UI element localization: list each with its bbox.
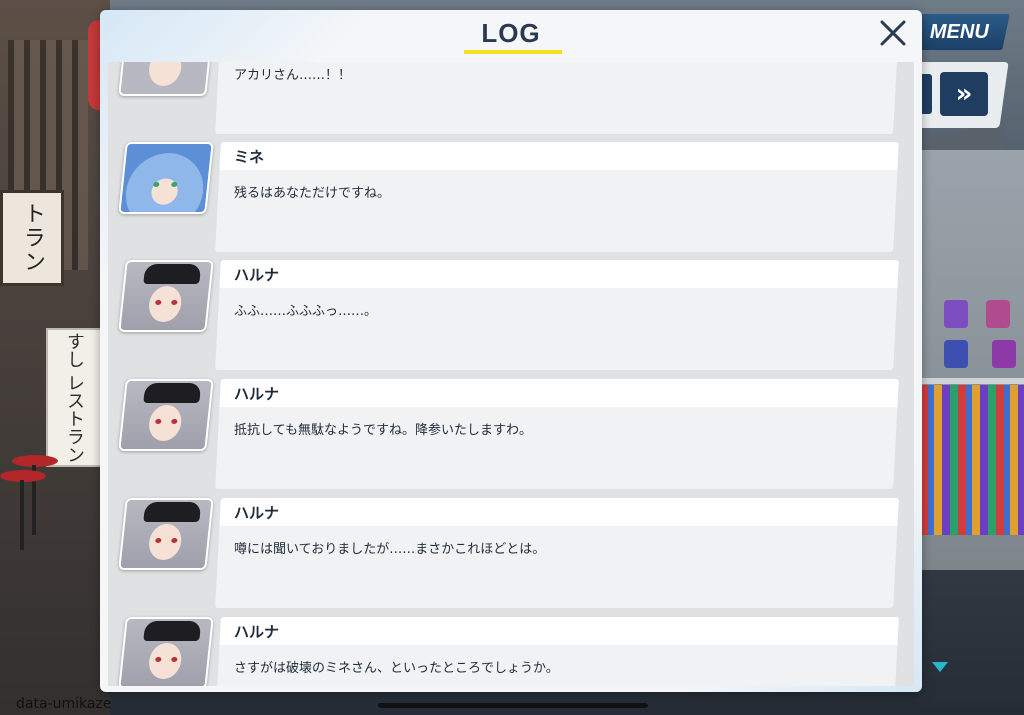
stool [12, 455, 58, 535]
title-underline [464, 50, 562, 54]
log-entry: ハルナ さすがは破壊のミネさん、といったところでしょうか。 [108, 617, 914, 686]
stool [0, 470, 46, 550]
log-entry: アカリさん……！！ [108, 62, 914, 136]
log-entry: ハルナ 噂には聞いておりましたが……まさかこれほどとは。 [108, 498, 914, 610]
log-entry: ハルナ 抵抗しても無駄なようですね。降参いたしますわ。 [108, 379, 914, 491]
watermark: data-umikaze [16, 696, 112, 712]
message-text: 噂には聞いておりましたが……まさかこれほどとは。 [234, 542, 546, 557]
character-portrait [118, 62, 214, 96]
log-entry: ハルナ ふふ……ふふふっ……。 [108, 260, 914, 372]
speaker-name: ミネ [234, 148, 265, 166]
log-list[interactable]: アカリさん……！！ ミネ 残るはあなただけですね。 ハルナ ふふ……ふふふっ……… [108, 62, 914, 686]
scroll-down-icon[interactable] [932, 662, 948, 672]
fast-forward-button[interactable]: » [940, 72, 988, 116]
close-icon [880, 20, 906, 46]
log-dialog: LOG アカリさん……！！ ミネ 残るはあなただけですね。 ハルナ ふふ……ふふ… [100, 10, 922, 692]
hanging-shirt [944, 340, 968, 368]
hanging-shirt [944, 300, 968, 328]
shop-sign: トラン [0, 190, 64, 286]
speaker-name: ハルナ [234, 623, 280, 641]
character-portrait [118, 142, 214, 214]
message-text: 残るはあなただけですね。 [234, 186, 391, 201]
speaker-name: ハルナ [234, 385, 280, 403]
character-portrait [118, 498, 214, 570]
character-portrait [118, 379, 214, 451]
hanging-shirt [992, 340, 1016, 368]
hanging-shirt [986, 300, 1010, 328]
message-text: ふふ……ふふふっ……。 [234, 304, 378, 319]
speaker-name: ハルナ [234, 266, 280, 284]
fast-forward-icon: » [955, 79, 973, 109]
dialog-header: LOG [100, 10, 922, 56]
home-indicator[interactable] [378, 703, 648, 708]
menu-label: MENU [929, 20, 989, 43]
character-portrait [118, 260, 214, 332]
message-text: さすがは破壊のミネさん、といったところでしょうか。 [234, 661, 559, 676]
clothes-rack [920, 385, 1024, 535]
message-text: 抵抗しても無駄なようですね。降参いたしますわ。 [234, 423, 532, 438]
dialog-title: LOG [481, 18, 541, 48]
speaker-name: ハルナ [234, 504, 280, 522]
clothes-rail [920, 378, 1024, 384]
sushi-sign: すし レストラン [46, 328, 102, 467]
log-entry: ミネ 残るはあなただけですね。 [108, 142, 914, 254]
character-portrait [118, 617, 214, 686]
close-button[interactable] [876, 16, 910, 50]
message-text: アカリさん……！！ [234, 68, 352, 83]
menu-button[interactable]: MENU [908, 14, 1010, 50]
